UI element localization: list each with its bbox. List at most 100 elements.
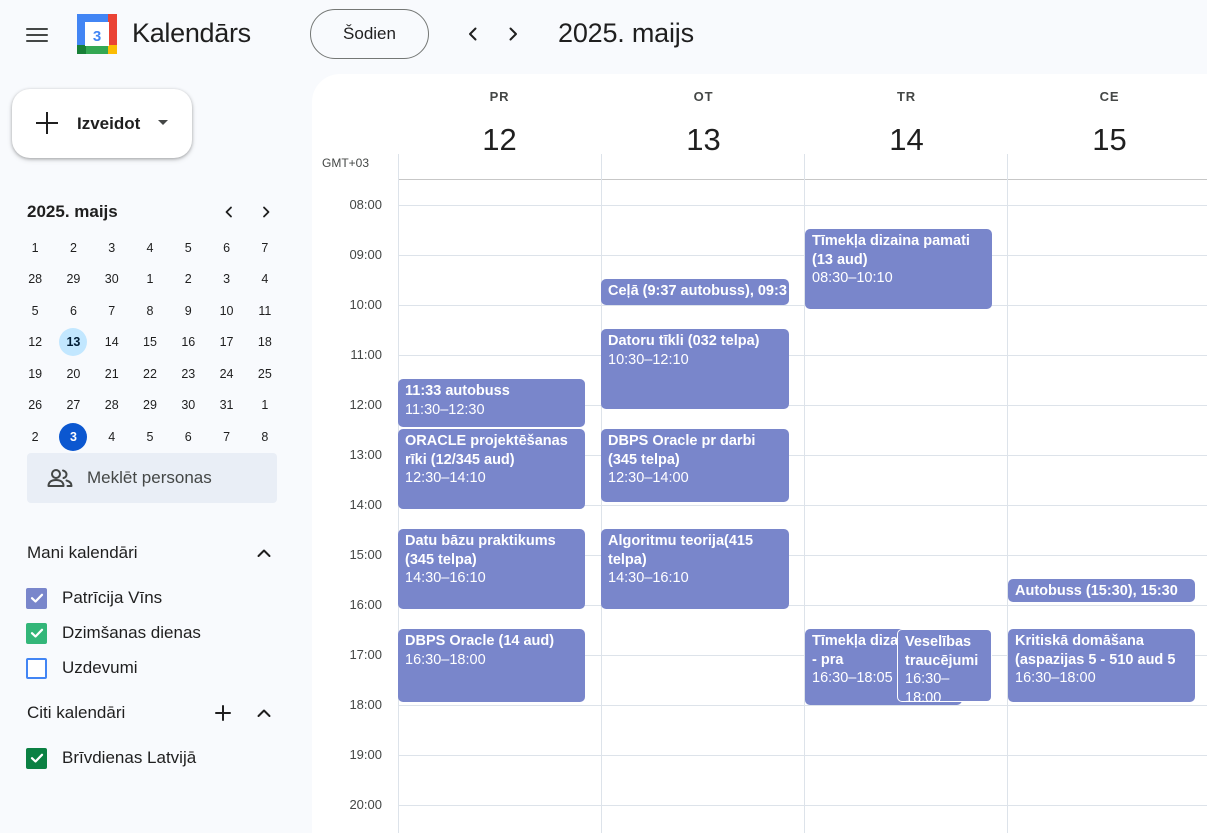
mini-calendar-day[interactable]: 5 (131, 421, 169, 453)
check-icon (30, 753, 43, 763)
calendar-item-holidays[interactable]: Brīvdienas Latvijā (26, 744, 276, 772)
mini-calendar-day[interactable]: 28 (93, 390, 131, 422)
mini-calendar-prev-button[interactable] (218, 201, 240, 223)
search-people-input[interactable]: Meklēt personas (27, 453, 277, 503)
event-card[interactable]: DBPS Oracle pr darbi (345 telpa) 12:30–1… (601, 429, 789, 502)
mini-calendar-day[interactable]: 7 (93, 295, 131, 327)
mini-calendar-day[interactable]: 1 (246, 390, 284, 422)
mini-calendar-day[interactable]: 21 (93, 358, 131, 390)
event-card[interactable]: 11:33 autobuss 11:30–12:30 (398, 379, 585, 427)
event-card[interactable]: Datu bāzu praktikums (345 telpa) 14:30–1… (398, 529, 585, 609)
event-card[interactable]: Tīmekļa dizaina pamati (13 aud) 08:30–10… (805, 229, 992, 309)
event-card[interactable]: Veselības traucējumi 16:30–18:00 (897, 629, 992, 702)
mini-calendar-day[interactable]: 20 (54, 358, 92, 390)
calendar-logo-icon: 3 (76, 13, 118, 55)
mini-calendar-next-button[interactable] (255, 201, 277, 223)
mini-calendar-day[interactable]: 8 (131, 295, 169, 327)
calendar-item-birthdays[interactable]: Dzimšanas dienas (26, 619, 276, 647)
day-label: 17 (219, 335, 234, 350)
mini-calendar-day[interactable]: 22 (131, 358, 169, 390)
main-menu-button[interactable] (20, 18, 54, 52)
mini-calendar-day[interactable]: 11 (246, 295, 284, 327)
mini-calendar-day[interactable]: 24 (207, 358, 245, 390)
mini-calendar-day[interactable]: 7 (207, 421, 245, 453)
day-number[interactable]: 15 (1008, 122, 1207, 158)
today-button[interactable]: Šodien (310, 9, 429, 59)
mini-calendar-day[interactable]: 31 (207, 390, 245, 422)
create-button[interactable]: Izveidot (12, 89, 192, 158)
checkbox-checked[interactable] (26, 622, 47, 644)
mini-calendar-day[interactable]: 17 (207, 327, 245, 359)
mini-calendar-day[interactable]: 27 (54, 390, 92, 422)
mini-calendar-day[interactable]: 5 (16, 295, 54, 327)
event-card[interactable]: Datoru tīkli (032 telpa) 10:30–12:10 (601, 329, 789, 409)
mini-calendar-day[interactable]: 30 (93, 264, 131, 296)
event-card[interactable]: ORACLE projektēšanas rīki (12/345 aud) 1… (398, 429, 585, 509)
my-calendars-collapse-button[interactable] (252, 541, 276, 565)
next-period-button[interactable] (499, 20, 527, 48)
hour-gridline (398, 755, 1207, 756)
mini-calendar-day[interactable]: 25 (246, 358, 284, 390)
mini-calendar-day[interactable]: 16 (169, 327, 207, 359)
calendar-item-patricija[interactable]: Patrīcija Vīns (26, 584, 276, 612)
mini-calendar-day[interactable]: 10 (207, 295, 245, 327)
mini-calendar-day[interactable]: 3 (207, 264, 245, 296)
event-card[interactable]: Kritiskā domāšana (aspazijas 5 - 510 aud… (1008, 629, 1195, 702)
event-card[interactable]: Autobuss (15:30), 15:30 (1008, 579, 1195, 602)
mini-calendar-day[interactable]: 13 (54, 327, 92, 359)
day-number[interactable]: 13 (602, 122, 805, 158)
mini-calendar-day[interactable]: 2 (169, 264, 207, 296)
day-header-tue[interactable]: OT 13 (602, 74, 805, 179)
weekday-label: 3 (108, 240, 116, 255)
event-card[interactable]: DBPS Oracle (14 aud) 16:30–18:00 (398, 629, 585, 702)
mini-calendar-day[interactable]: 4 (246, 264, 284, 296)
day-number[interactable]: 14 (805, 122, 1008, 158)
mini-calendar-day[interactable]: 14 (93, 327, 131, 359)
day-label: 11 (258, 303, 272, 318)
mini-calendar-day[interactable]: 18 (246, 327, 284, 359)
day-header-mon[interactable]: PR 12 (398, 74, 601, 179)
mini-calendar-day[interactable]: 3 (54, 421, 92, 453)
mini-calendar-day[interactable]: 6 (169, 421, 207, 453)
checkbox-checked[interactable] (26, 587, 47, 609)
day-label: 15 (143, 335, 157, 350)
day-label: 1 (261, 398, 269, 413)
week-grid: PR 12 OT 13 TR 14 CE 15 GMT+03 08:00 09:0… (312, 74, 1207, 833)
day-label: 8 (261, 429, 269, 444)
day-label: 8 (146, 303, 154, 318)
event-card[interactable]: Algoritmu teorija(415 telpa) 14:30–16:10 (601, 529, 789, 609)
other-calendars-collapse-button[interactable] (252, 701, 276, 725)
day-label: 28 (104, 398, 119, 413)
mini-calendar-day[interactable]: 29 (54, 264, 92, 296)
mini-calendar-day[interactable]: 30 (169, 390, 207, 422)
mini-calendar-day[interactable]: 29 (131, 390, 169, 422)
mini-calendar-day[interactable]: 9 (169, 295, 207, 327)
mini-calendar-day[interactable]: 28 (16, 264, 54, 296)
mini-calendar-day[interactable]: 4 (93, 421, 131, 453)
previous-period-button[interactable] (459, 20, 487, 48)
mini-calendar-day[interactable]: 12 (16, 327, 54, 359)
mini-calendar-day[interactable]: 8 (246, 421, 284, 453)
day-label: 7 (223, 429, 231, 444)
day-label: 1 (146, 272, 154, 287)
mini-calendar-day[interactable]: 2 (16, 421, 54, 453)
mini-calendar-week-row: 12 13 14 15 16 17 18 (16, 327, 284, 359)
calendar-item-tasks[interactable]: Uzdevumi (26, 654, 276, 682)
mini-calendar-day[interactable]: 6 (54, 295, 92, 327)
event-time: 11:30–12:30 (405, 401, 485, 418)
day-header-thu[interactable]: CE 15 (1008, 74, 1207, 179)
mini-calendar-day[interactable]: 1 (131, 264, 169, 296)
mini-calendar-week-row: 5 6 7 8 9 10 11 (16, 295, 284, 327)
mini-calendar-day[interactable]: 19 (16, 358, 54, 390)
day-header-wed[interactable]: TR 14 (805, 74, 1008, 179)
mini-calendar-day[interactable]: 26 (16, 390, 54, 422)
checkbox-checked[interactable] (26, 747, 47, 769)
mini-calendar-day[interactable]: 15 (131, 327, 169, 359)
checkbox-unchecked[interactable] (26, 657, 47, 679)
event-card[interactable]: Ceļā (9:37 autobuss), 09:3 (601, 279, 789, 305)
mini-calendar-day[interactable]: 23 (169, 358, 207, 390)
weekday-label: 7 (261, 240, 269, 255)
day-number[interactable]: 12 (398, 122, 601, 158)
event-time: 14:30–16:10 (405, 570, 486, 586)
add-other-calendar-button[interactable] (211, 701, 235, 725)
